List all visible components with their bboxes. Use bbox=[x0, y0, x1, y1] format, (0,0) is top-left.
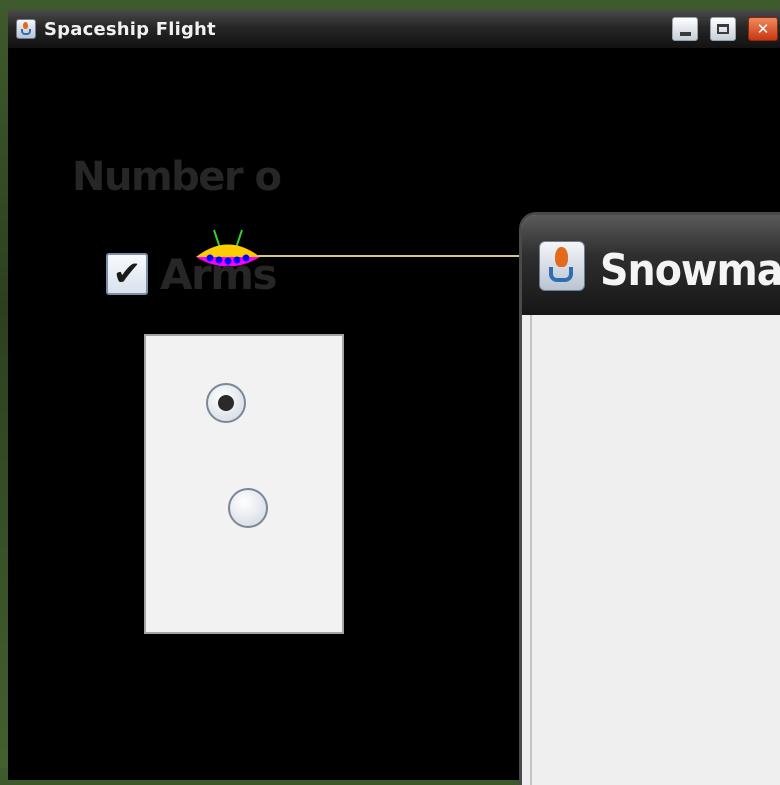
maximize-icon bbox=[717, 24, 729, 34]
radio-option-2[interactable] bbox=[228, 488, 268, 528]
minimize-button[interactable] bbox=[672, 17, 698, 41]
snowman-count-label: Number o bbox=[72, 154, 282, 200]
snowman-content-panel bbox=[530, 315, 780, 785]
close-button[interactable]: ✕ bbox=[748, 17, 778, 41]
arms-label[interactable]: Arms bbox=[160, 250, 277, 299]
snowman-window-title: Snowman bbox=[600, 245, 780, 296]
window-title: Spaceship Flight bbox=[44, 19, 216, 40]
maximize-button[interactable] bbox=[710, 17, 736, 41]
java-app-icon[interactable] bbox=[539, 241, 585, 291]
minimize-icon bbox=[679, 32, 691, 36]
close-icon: ✕ bbox=[756, 20, 770, 38]
options-group-box bbox=[144, 334, 344, 634]
java-app-icon[interactable] bbox=[16, 19, 36, 39]
radio-option-1[interactable] bbox=[206, 383, 246, 423]
arms-checkbox[interactable]: ✔ bbox=[106, 253, 148, 295]
snowman-window: Snowman bbox=[522, 215, 780, 785]
trajectory-line bbox=[258, 255, 528, 257]
radio-selected-dot bbox=[218, 395, 234, 411]
title-bar[interactable]: Spaceship Flight ✕ bbox=[8, 10, 780, 49]
checkmark-icon: ✔ bbox=[112, 254, 142, 294]
snowman-title-bar[interactable]: Snowman bbox=[522, 215, 780, 315]
